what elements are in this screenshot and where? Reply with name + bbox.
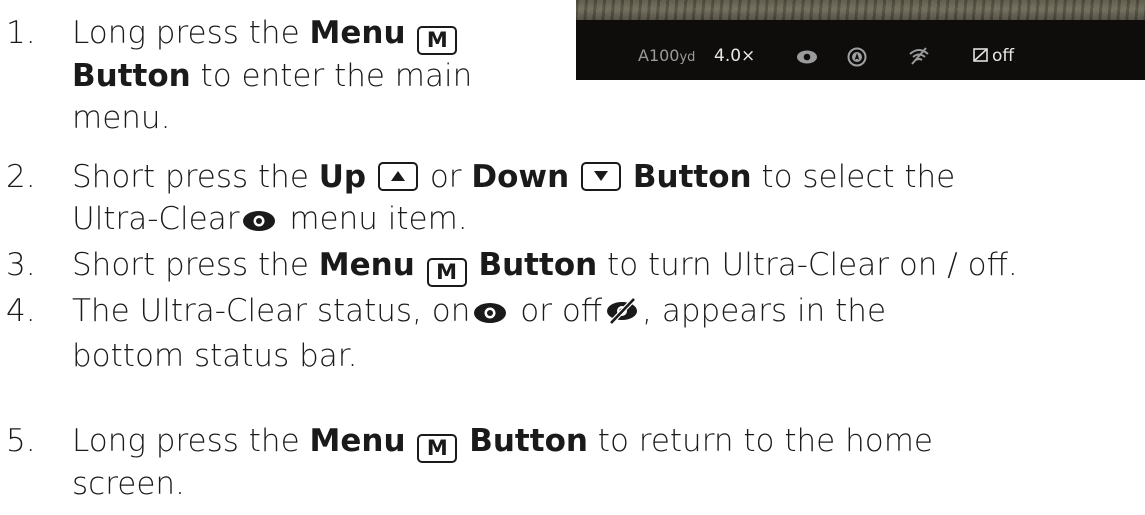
down-arrow-key [581, 162, 622, 191]
wifi-off-icon [908, 47, 930, 70]
button-label: Button [478, 247, 598, 283]
range-readout: A100yd [638, 46, 696, 65]
down-arrow-icon [594, 171, 609, 181]
compass-icon [847, 47, 867, 72]
menu-m-key: M [417, 26, 458, 55]
down-label: Down [471, 159, 570, 195]
step-number: 1. [6, 15, 36, 51]
button-label: Button [469, 423, 588, 459]
up-arrow-icon [390, 171, 405, 181]
menu-m-key: M [417, 434, 458, 463]
button-label: Button [632, 159, 752, 195]
eye-off-icon [605, 293, 639, 335]
up-label: Up [318, 159, 367, 195]
button-label: Button [72, 58, 191, 94]
menu-label: Menu [318, 247, 415, 283]
eye-icon [796, 49, 818, 69]
step-number: 2. [6, 159, 36, 195]
recording-icon [973, 48, 988, 62]
menu-label: Menu [309, 423, 406, 459]
eye-icon [242, 201, 276, 243]
recording-status: off [973, 46, 1014, 66]
up-arrow-key [377, 162, 418, 191]
step-number: 3. [6, 247, 36, 283]
device-screen-image: A100yd 4.0× off [576, 0, 1145, 80]
step-number: 5. [6, 423, 36, 459]
status-bar: A100yd 4.0× off [576, 20, 1145, 80]
zoom-readout: 4.0× [714, 46, 756, 66]
step-number: 4. [6, 293, 36, 329]
eye-icon [473, 293, 507, 335]
thermal-view [576, 0, 1145, 20]
menu-m-key: M [426, 258, 467, 287]
menu-label: Menu [309, 15, 406, 51]
